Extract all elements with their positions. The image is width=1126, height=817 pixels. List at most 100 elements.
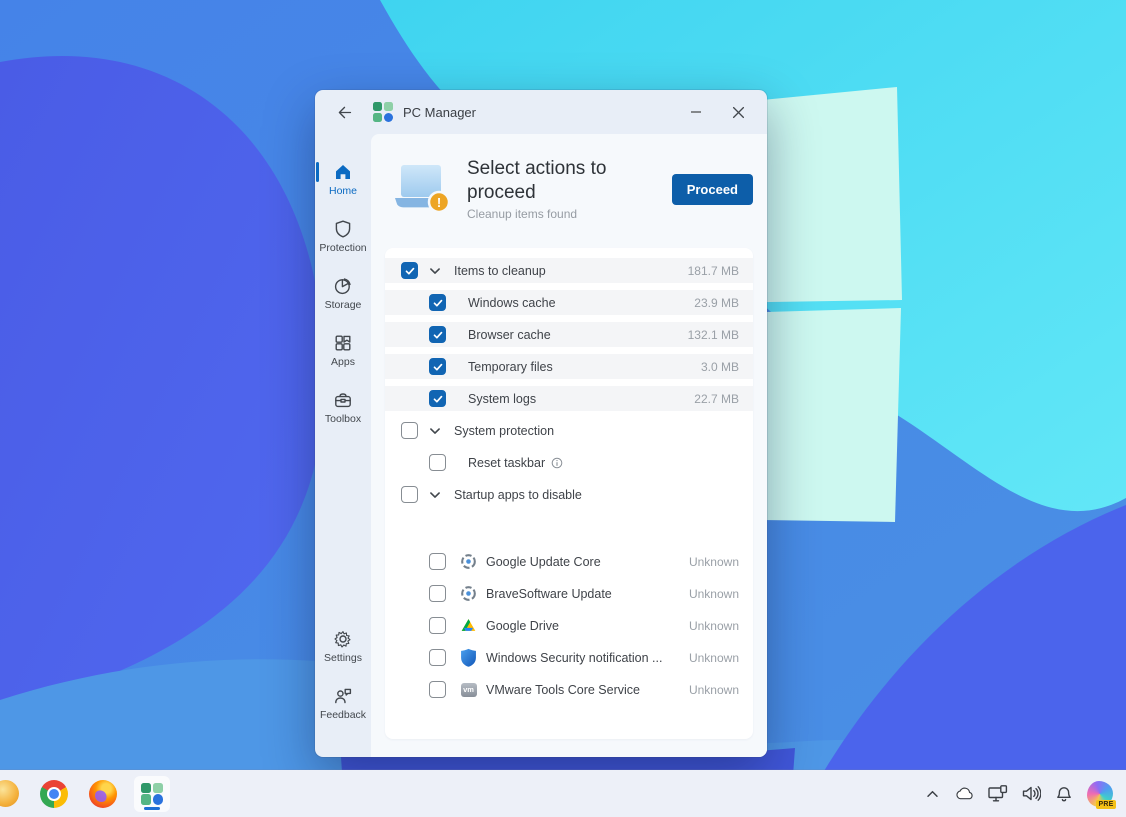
chevron-down-icon[interactable] bbox=[428, 424, 442, 438]
row-status: Unknown bbox=[689, 587, 753, 601]
close-button[interactable] bbox=[717, 96, 759, 128]
sidebar-item-apps[interactable]: Apps bbox=[315, 325, 371, 375]
cloud-icon[interactable] bbox=[955, 785, 975, 803]
header: ! Select actions to proceed Cleanup item… bbox=[371, 134, 767, 248]
app-checkbox[interactable] bbox=[429, 681, 446, 698]
brave-update-icon bbox=[460, 585, 477, 602]
startup-app-row[interactable]: Google Update Core Unknown bbox=[385, 549, 753, 574]
reset-taskbar-row[interactable]: Reset taskbar bbox=[385, 450, 753, 475]
display-icon[interactable] bbox=[988, 785, 1008, 803]
sidebar-item-label: Feedback bbox=[320, 709, 366, 721]
window-body: Home Protection Storage Apps Toolbox bbox=[315, 134, 767, 757]
bell-icon[interactable] bbox=[1054, 785, 1074, 803]
sidebar-item-settings[interactable]: Settings bbox=[315, 621, 371, 671]
info-icon[interactable] bbox=[551, 457, 563, 469]
sidebar-item-label: Protection bbox=[319, 242, 366, 254]
app-checkbox[interactable] bbox=[429, 649, 446, 666]
row-size: 23.9 MB bbox=[694, 296, 753, 310]
taskbar-firefox-icon[interactable] bbox=[85, 776, 121, 812]
taskbar-pinned-apps bbox=[0, 776, 170, 812]
system-protection-checkbox[interactable] bbox=[401, 422, 418, 439]
app-checkbox[interactable] bbox=[429, 553, 446, 570]
row-size: 22.7 MB bbox=[694, 392, 753, 406]
app-checkbox[interactable] bbox=[429, 617, 446, 634]
windows-security-icon bbox=[460, 649, 477, 666]
sidebar-item-label: Toolbox bbox=[325, 413, 361, 425]
toolbox-icon bbox=[333, 390, 353, 410]
sidebar-item-storage[interactable]: Storage bbox=[315, 268, 371, 318]
sidebar-item-home[interactable]: Home bbox=[315, 154, 371, 204]
startup-app-row[interactable]: vm VMware Tools Core Service Unknown bbox=[385, 677, 753, 702]
minimize-icon bbox=[690, 106, 702, 118]
pc-manager-logo-icon bbox=[373, 102, 393, 122]
row-status: Unknown bbox=[689, 651, 753, 665]
page-title: Select actions to proceed bbox=[467, 157, 627, 205]
item-checkbox[interactable] bbox=[429, 390, 446, 407]
startup-app-row[interactable]: Google Drive Unknown bbox=[385, 613, 753, 638]
proceed-button[interactable]: Proceed bbox=[672, 174, 753, 205]
back-button[interactable] bbox=[329, 98, 359, 126]
sidebar-item-protection[interactable]: Protection bbox=[315, 211, 371, 261]
sidebar-item-toolbox[interactable]: Toolbox bbox=[315, 382, 371, 432]
sidebar: Home Protection Storage Apps Toolbox bbox=[315, 134, 371, 757]
row-label: System protection bbox=[454, 424, 554, 438]
close-icon bbox=[732, 106, 745, 119]
svg-text:!: ! bbox=[437, 195, 441, 210]
gear-icon bbox=[333, 629, 353, 649]
row-size: 181.7 MB bbox=[688, 264, 753, 278]
item-checkbox[interactable] bbox=[429, 358, 446, 375]
sidebar-item-label: Apps bbox=[331, 356, 355, 368]
sidebar-item-feedback[interactable]: Feedback bbox=[315, 678, 371, 728]
row-size: 3.0 MB bbox=[701, 360, 753, 374]
cleanup-item-row[interactable]: System logs 22.7 MB bbox=[385, 386, 753, 411]
taskbar-chrome-icon[interactable] bbox=[36, 776, 72, 812]
taskbar: PRE bbox=[0, 770, 1126, 817]
desktop: PC Manager Home Protection bbox=[0, 0, 1126, 817]
row-status: Unknown bbox=[689, 619, 753, 633]
row-label: Windows Security notification ... bbox=[486, 651, 662, 665]
speaker-icon[interactable] bbox=[1021, 785, 1041, 803]
row-label: System logs bbox=[468, 392, 536, 406]
startup-group-row[interactable]: Startup apps to disable bbox=[385, 482, 753, 507]
row-label: BraveSoftware Update bbox=[486, 587, 612, 601]
vmware-icon: vm bbox=[460, 681, 477, 698]
spacer bbox=[385, 514, 753, 549]
reset-taskbar-checkbox[interactable] bbox=[429, 454, 446, 471]
copilot-icon[interactable]: PRE bbox=[1087, 781, 1113, 807]
row-label: Browser cache bbox=[468, 328, 551, 342]
item-checkbox[interactable] bbox=[429, 294, 446, 311]
sidebar-item-label: Storage bbox=[325, 299, 362, 311]
startup-app-row[interactable]: Windows Security notification ... Unknow… bbox=[385, 645, 753, 670]
chevron-up-icon[interactable] bbox=[922, 785, 942, 803]
row-status: Unknown bbox=[689, 555, 753, 569]
row-label: Reset taskbar bbox=[468, 456, 545, 470]
cleanup-item-row[interactable]: Temporary files 3.0 MB bbox=[385, 354, 753, 379]
shield-icon bbox=[333, 219, 353, 239]
taskbar-edge-partial-icon[interactable] bbox=[0, 776, 23, 812]
checklist-card: Items to cleanup 181.7 MB Windows cache … bbox=[385, 248, 753, 739]
startup-group-checkbox[interactable] bbox=[401, 486, 418, 503]
chevron-down-icon[interactable] bbox=[428, 488, 442, 502]
cleanup-group-checkbox[interactable] bbox=[401, 262, 418, 279]
row-label: Startup apps to disable bbox=[454, 488, 582, 502]
taskbar-pc-manager-icon[interactable] bbox=[134, 776, 170, 812]
pc-manager-window: PC Manager Home Protection bbox=[315, 90, 767, 757]
cleanup-item-row[interactable]: Windows cache 23.9 MB bbox=[385, 290, 753, 315]
startup-app-row[interactable]: BraveSoftware Update Unknown bbox=[385, 581, 753, 606]
item-checkbox[interactable] bbox=[429, 326, 446, 343]
titlebar: PC Manager bbox=[315, 90, 767, 134]
row-size: 132.1 MB bbox=[688, 328, 753, 342]
app-checkbox[interactable] bbox=[429, 585, 446, 602]
row-label: VMware Tools Core Service bbox=[486, 683, 640, 697]
home-icon bbox=[333, 162, 353, 182]
main-panel: ! Select actions to proceed Cleanup item… bbox=[371, 134, 767, 757]
cleanup-item-row[interactable]: Browser cache 132.1 MB bbox=[385, 322, 753, 347]
system-protection-group-row[interactable]: System protection bbox=[385, 418, 753, 443]
back-arrow-icon bbox=[336, 104, 353, 121]
row-label: Items to cleanup bbox=[454, 264, 546, 278]
cleanup-group-row[interactable]: Items to cleanup 181.7 MB bbox=[385, 258, 753, 283]
row-label: Temporary files bbox=[468, 360, 553, 374]
minimize-button[interactable] bbox=[675, 96, 717, 128]
chevron-down-icon[interactable] bbox=[428, 264, 442, 278]
system-tray: PRE bbox=[922, 781, 1113, 807]
